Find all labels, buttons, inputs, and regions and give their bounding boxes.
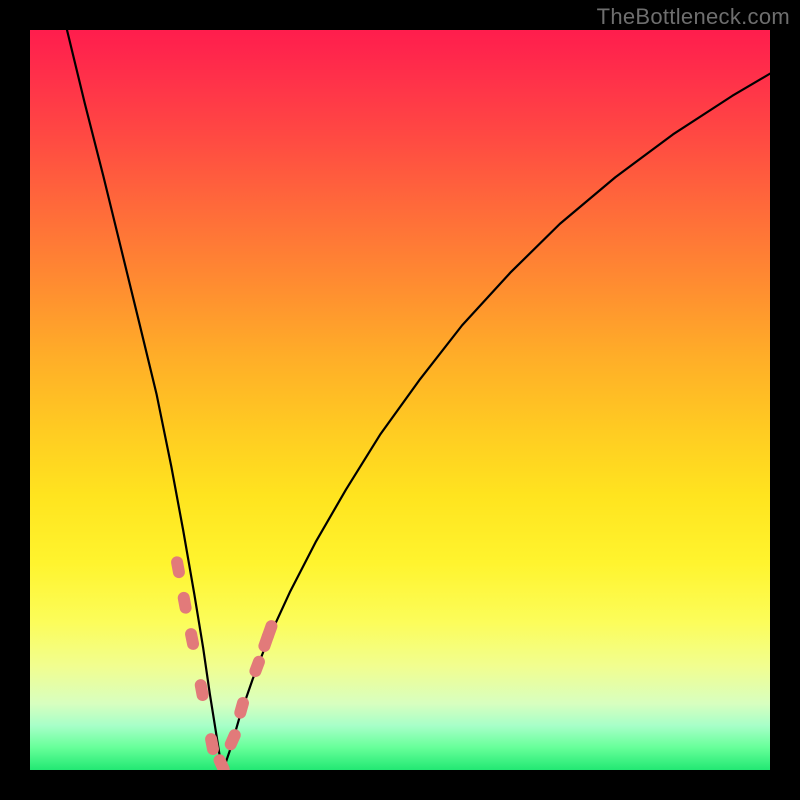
marker-point [170, 555, 186, 579]
plot-area [30, 30, 770, 770]
marker-point [248, 654, 267, 679]
marker-point [184, 627, 200, 651]
marker-point [223, 727, 243, 752]
marker-point [233, 696, 250, 720]
chart-frame: TheBottleneck.com [0, 0, 800, 800]
curve-line [67, 30, 770, 770]
marker-point [177, 591, 193, 615]
watermark-text: TheBottleneck.com [597, 4, 790, 30]
marker-points [170, 555, 279, 770]
chart-svg [30, 30, 770, 770]
